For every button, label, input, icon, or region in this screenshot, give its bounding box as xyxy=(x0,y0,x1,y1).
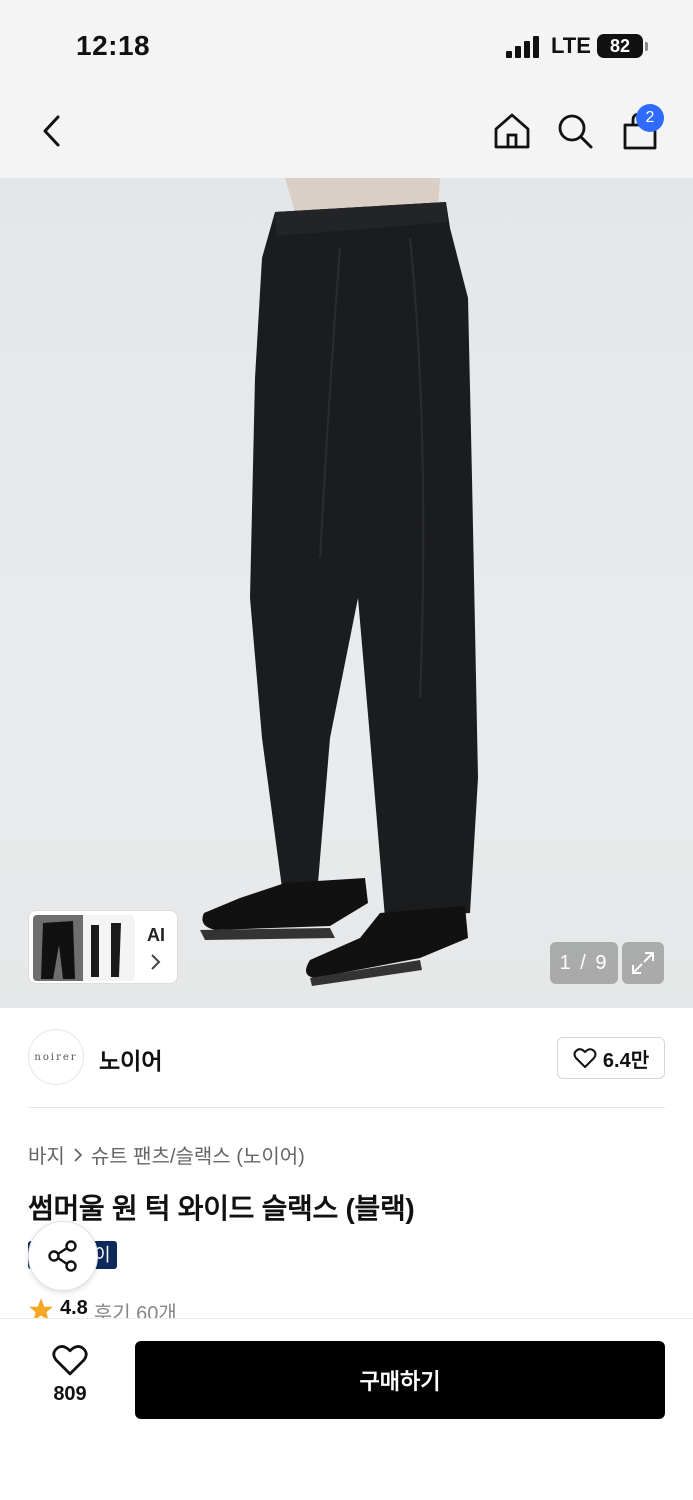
wishlist-count: 809 xyxy=(53,1383,87,1405)
back-button[interactable] xyxy=(26,106,76,156)
ai-thumbnail-button[interactable]: AI xyxy=(28,910,178,984)
cart-badge: 2 xyxy=(636,104,664,132)
expand-button[interactable] xyxy=(622,942,664,984)
breadcrumb: 바지 슈트 팬츠/슬랙스 (노이어) xyxy=(28,1140,305,1169)
network-label: LTE xyxy=(551,33,591,58)
heart-icon xyxy=(573,1048,597,1068)
rating-row[interactable]: 4.8 후기 60개 xyxy=(28,1297,177,1319)
thumbnail-strip xyxy=(33,915,135,981)
bottom-action-bar: 809 구매하기 xyxy=(0,1318,693,1500)
divider xyxy=(28,1107,665,1108)
home-button[interactable] xyxy=(487,106,537,156)
status-time: 12:18 xyxy=(76,30,151,61)
product-title: 썸머울 원 턱 와이드 슬랙스 (블랙) xyxy=(28,1193,415,1224)
image-counter: 1 / 9 xyxy=(550,942,618,984)
review-count: 후기 60개 xyxy=(93,1303,177,1319)
ai-label: AI xyxy=(147,925,165,945)
product-image[interactable] xyxy=(0,178,693,1008)
breadcrumb-item[interactable]: 슈트 팬츠/슬랙스 (노이어) xyxy=(91,1140,305,1169)
signal-icon xyxy=(506,36,544,58)
search-button[interactable] xyxy=(550,106,600,156)
battery-cap xyxy=(645,42,648,51)
wishlist-button[interactable]: 809 xyxy=(30,1343,110,1413)
search-icon xyxy=(558,114,593,149)
heart-icon xyxy=(52,1345,88,1376)
status-bar: 12:18 LTE 82 xyxy=(0,0,693,88)
chevron-right-icon xyxy=(151,954,161,970)
star-icon xyxy=(29,1298,53,1319)
brand-like-button[interactable]: 6.4만 xyxy=(557,1037,665,1079)
rating-value: 4.8 xyxy=(60,1297,88,1319)
share-button[interactable] xyxy=(28,1221,98,1291)
top-nav xyxy=(0,88,693,178)
home-icon xyxy=(494,113,530,149)
product-photo xyxy=(200,178,478,986)
share-icon xyxy=(48,1240,77,1272)
brand-logo[interactable]: noirer xyxy=(28,1029,84,1085)
expand-icon xyxy=(632,952,654,974)
buy-button[interactable]: 구매하기 xyxy=(135,1341,665,1419)
chevron-left-icon xyxy=(43,115,60,147)
brand-like-count: 6.4만 xyxy=(602,1049,650,1072)
chevron-right-icon xyxy=(74,1147,83,1162)
battery-icon: 82 xyxy=(597,34,643,58)
brand-name[interactable]: 노이어 xyxy=(99,1042,162,1076)
breadcrumb-item[interactable]: 바지 xyxy=(28,1140,65,1169)
